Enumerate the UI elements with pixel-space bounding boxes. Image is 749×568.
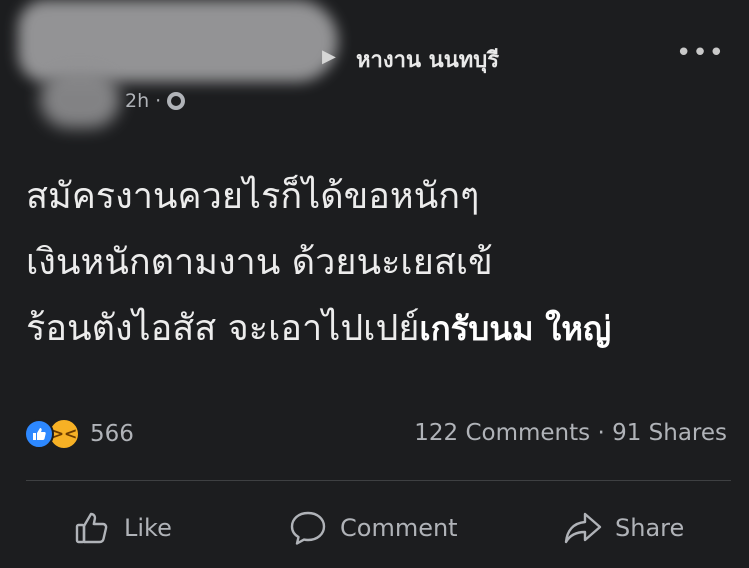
thumbs-up-icon [75,512,108,544]
share-label: Share [615,514,685,542]
stats-separator: · [597,420,605,446]
like-button[interactable]: Like [72,500,172,556]
facebook-post: ▶ หางาน นนทบุรี ••• 2h · สมัครงานควยไรก็… [0,0,749,568]
comment-button[interactable]: Comment [288,500,458,556]
share-button[interactable]: Share [563,500,684,556]
redacted-avatar [40,70,120,128]
shares-count-link[interactable]: 91 Shares [612,420,727,446]
post-timestamp[interactable]: 2h [125,90,149,112]
meta-separator: · [155,90,162,112]
more-options-icon[interactable]: ••• [676,38,725,68]
engagement-stats: 122 Comments · 91 Shares [414,420,727,446]
comment-label: Comment [340,514,458,542]
share-arrow-icon [564,512,602,544]
post-meta: 2h · [125,90,186,112]
reaction-count: 566 [90,421,134,447]
like-reaction-icon [24,419,54,449]
post-body: สมัครงานควยไรก็ได้ขอหนักๆ เงินหนักตามงาน… [26,164,741,362]
reactions-summary[interactable]: >< 566 [24,418,134,450]
overlay-text: เกรับนม ใหญ่ [419,309,612,348]
arrow-right-icon: ▶ [322,46,336,67]
globe-icon [167,92,186,110]
like-label: Like [124,514,172,542]
action-bar: Like Comment Share [0,500,749,556]
comment-bubble-icon [290,511,326,545]
comments-count-link[interactable]: 122 Comments [414,420,590,446]
divider [26,480,731,481]
group-name-link[interactable]: หางาน นนทบุรี [356,42,499,77]
